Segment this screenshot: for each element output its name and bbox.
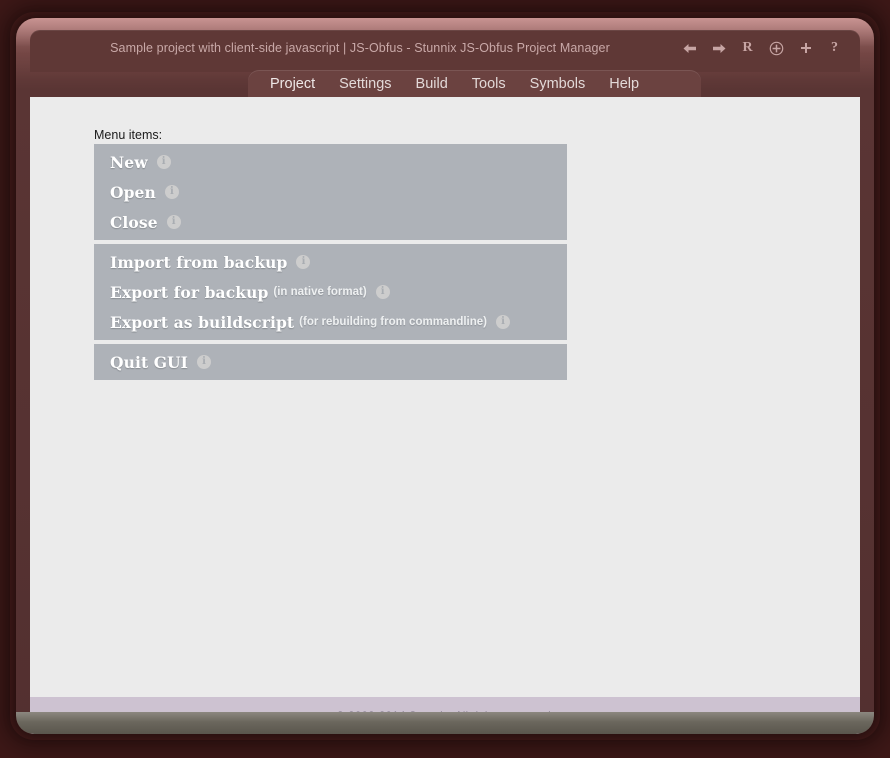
menu-row-title: Close bbox=[110, 213, 158, 232]
plus-icon[interactable] bbox=[798, 39, 813, 57]
window-bottom-bevel bbox=[16, 712, 874, 734]
menu-group: Import from backup i Export for backup (… bbox=[94, 244, 567, 340]
menu-row-new[interactable]: New i bbox=[94, 147, 567, 177]
menu-row-quit-gui[interactable]: Quit GUI i bbox=[94, 347, 567, 377]
menu-row-import-from-backup[interactable]: Import from backup i bbox=[94, 247, 567, 277]
menu-row-title: New bbox=[110, 153, 148, 172]
reload-icon[interactable]: R bbox=[740, 39, 755, 57]
back-arrow-icon[interactable] bbox=[682, 39, 697, 57]
content-panel: Menu items: New i Open i Close i bbox=[30, 97, 860, 697]
menu-row-title: Open bbox=[110, 183, 156, 202]
menu-row-open[interactable]: Open i bbox=[94, 177, 567, 207]
info-icon[interactable]: i bbox=[165, 185, 179, 199]
menu-item-tools[interactable]: Tools bbox=[460, 71, 518, 97]
info-icon[interactable]: i bbox=[157, 155, 171, 169]
menu-row-export-as-buildscript[interactable]: Export as buildscript (for rebuilding fr… bbox=[94, 307, 567, 337]
info-icon[interactable]: i bbox=[167, 215, 181, 229]
menu-item-project[interactable]: Project bbox=[258, 71, 327, 97]
menu-row-title: Import from backup bbox=[110, 253, 287, 272]
menu-items-list: New i Open i Close i Import from backup … bbox=[94, 144, 567, 384]
menu-item-help[interactable]: Help bbox=[597, 71, 651, 97]
menu-row-title: Quit GUI bbox=[110, 353, 188, 372]
info-icon[interactable]: i bbox=[197, 355, 211, 369]
application-window: Sample project with client-side javascri… bbox=[16, 18, 874, 734]
forward-arrow-icon[interactable] bbox=[711, 39, 726, 57]
info-icon[interactable]: i bbox=[496, 315, 510, 329]
menu-row-title: Export for backup bbox=[110, 283, 268, 302]
menu-group: Quit GUI i bbox=[94, 344, 567, 380]
title-bar-tools: R ? bbox=[682, 39, 842, 57]
menu-row-export-for-backup[interactable]: Export for backup (in native format) i bbox=[94, 277, 567, 307]
menu-row-subtitle: (for rebuilding from commandline) bbox=[299, 316, 487, 328]
menu-item-build[interactable]: Build bbox=[404, 71, 460, 97]
menu-bar: Project Settings Build Tools Symbols Hel… bbox=[248, 70, 701, 97]
menu-row-subtitle: (in native format) bbox=[273, 286, 366, 298]
menu-item-symbols[interactable]: Symbols bbox=[518, 71, 598, 97]
menu-row-title: Export as buildscript bbox=[110, 313, 294, 332]
help-icon[interactable]: ? bbox=[827, 39, 842, 57]
info-icon[interactable]: i bbox=[376, 285, 390, 299]
info-icon[interactable]: i bbox=[296, 255, 310, 269]
menu-items-label: Menu items: bbox=[94, 128, 162, 142]
menu-item-settings[interactable]: Settings bbox=[327, 71, 403, 97]
menu-row-close[interactable]: Close i bbox=[94, 207, 567, 237]
menu-group: New i Open i Close i bbox=[94, 144, 567, 240]
title-bar: Sample project with client-side javascri… bbox=[30, 30, 860, 72]
circled-plus-icon[interactable] bbox=[769, 39, 784, 57]
